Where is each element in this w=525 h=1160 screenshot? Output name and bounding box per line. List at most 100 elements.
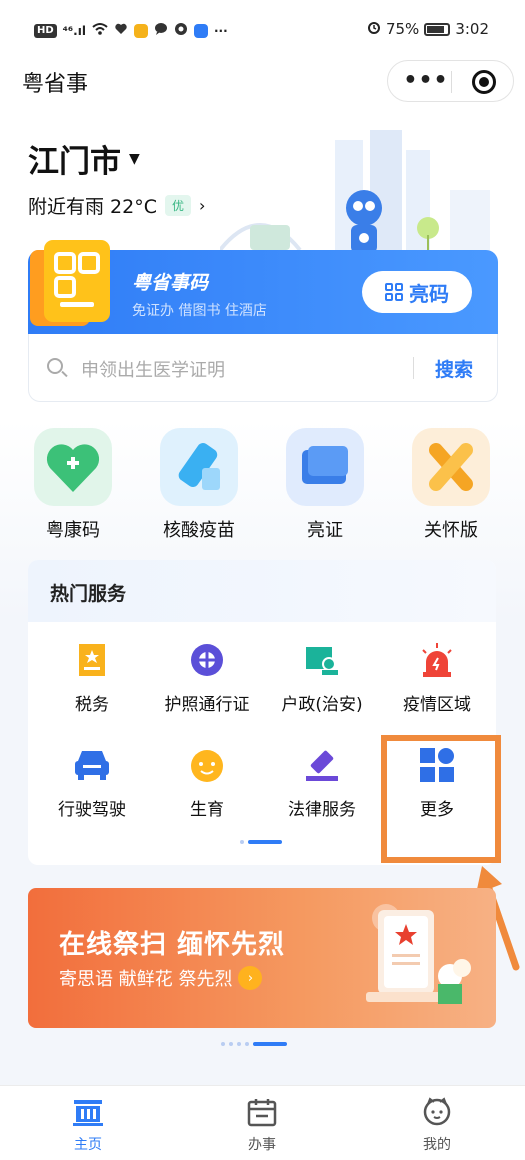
search-input[interactable]: 申领出生医学证明 [81,356,225,382]
city-illustration [220,130,490,260]
title-bar: 粤省事 ••• [0,58,525,106]
city-selector[interactable]: 江门市 ▼ [28,136,140,181]
certificate-icon [286,428,364,506]
car-icon [72,745,112,785]
capsule-divider [451,71,452,93]
service-label: 税务 [75,695,109,715]
quick-action-certificate[interactable]: 亮证 [270,428,380,542]
service-label: 户政(治安) [281,695,363,715]
search-divider [413,357,414,379]
alarm-clock-icon [367,20,381,38]
banner-subtitle: 寄思语 献鲜花 祭先烈 [59,969,233,990]
quick-action-label: 核酸疫苗 [163,520,235,541]
chevron-right-icon: › [199,196,206,215]
care-ribbon-icon [412,428,490,506]
close-mini-program-icon[interactable] [472,70,496,94]
page-dot [237,1042,241,1046]
service-label: 疫情区域 [403,695,471,715]
quick-action-vaccine[interactable]: 核酸疫苗 [144,428,254,542]
services-page-indicator [240,840,282,844]
service-household[interactable]: 户政(治安) [263,640,381,715]
hot-services-title: 热门服务 [50,583,127,605]
status-right: 75% 3:02 [367,20,489,38]
highlight-box [381,735,501,863]
more-options-icon[interactable]: ••• [403,69,447,93]
page-dot-active [253,1042,287,1046]
tab-services[interactable]: 办事 [212,1096,312,1154]
service-epidemic-area[interactable]: 疫情区域 [378,640,496,715]
page-dot [229,1042,233,1046]
service-passport[interactable]: 护照通行证 [148,640,266,715]
banner-subtitle-row: 寄思语 献鲜花 祭先烈 › [59,965,263,991]
baby-icon [187,745,227,785]
tab-home[interactable]: 主页 [38,1096,138,1154]
memorial-banner[interactable]: 在线祭扫 缅怀先烈 寄思语 献鲜花 祭先烈 › [28,888,496,1028]
service-label: 生育 [190,800,224,820]
banner-page-indicator [221,1042,287,1046]
quick-action-label: 亮证 [307,520,343,541]
app-icon-2 [174,22,188,39]
memorial-illustration [366,904,471,1004]
caret-down-icon: ▼ [129,150,140,167]
clock-time: 3:02 [455,20,489,38]
page-dot-active [248,840,282,844]
code-card-subtitle: 免证办 借图书 住酒店 [132,303,267,319]
tax-icon [72,640,112,680]
status-bar: HD ⁴⁶.ıl ··· 75% 3:02 [0,0,525,62]
vaccine-icon [160,428,238,506]
air-quality-badge: 优 [164,195,191,216]
app-icon-3 [193,23,208,38]
city-name: 江门市 [28,144,121,180]
quick-action-care-mode[interactable]: 关怀版 [396,428,506,542]
quick-action-label: 粤康码 [46,520,100,541]
hot-services-header: 热门服务 [28,560,496,622]
battery-percent: 75% [385,20,420,38]
signal-icon: ⁴⁶.ıl [62,23,86,38]
service-tax[interactable]: 税务 [33,640,151,715]
gavel-icon [302,745,342,785]
overflow-icon: ··· [213,23,228,38]
show-code-button[interactable]: 亮码 [362,271,472,313]
mini-program-capsule: ••• [387,60,514,102]
wifi-icon [92,22,108,39]
status-left: HD ⁴⁶.ıl ··· [34,22,228,39]
service-legal[interactable]: 法律服务 [263,745,381,820]
service-label: 护照通行证 [164,695,250,715]
tab-profile[interactable]: 我的 [387,1096,487,1154]
bottom-tab-bar: 主页 办事 我的 [0,1085,525,1160]
quick-action-health-code[interactable]: 粤康码 [18,428,128,542]
show-code-label: 亮码 [409,281,449,306]
search-button[interactable]: 搜索 [435,355,473,382]
alarm-icon [417,640,457,680]
screen: HD ⁴⁶.ıl ··· 75% 3:02 粤省事 ••• 江门市 ▼ 附近有雨… [0,0,525,1160]
heart-app-icon [114,22,128,39]
profile-icon [420,1096,454,1128]
household-icon [302,640,342,680]
service-label: 法律服务 [288,800,356,820]
chat-icon [154,22,168,39]
calendar-icon [245,1096,279,1128]
search-icon [47,358,63,374]
passport-icon [187,640,227,680]
code-badge-icon [30,240,110,326]
weather-info[interactable]: 附近有雨 22°C 优 › [28,192,205,219]
home-icon [71,1096,105,1128]
tab-label: 办事 [248,1137,276,1153]
page-dot [221,1042,225,1046]
service-driving[interactable]: 行驶驾驶 [33,745,151,820]
quick-actions: 粤康码 核酸疫苗 亮证 关怀版 [0,428,525,548]
service-childbirth[interactable]: 生育 [148,745,266,820]
app-title: 粤省事 [22,72,89,97]
app-icon-1 [133,23,148,38]
weather-text: 附近有雨 22°C [28,196,157,218]
quick-action-label: 关怀版 [424,520,478,541]
page-dot [240,840,244,844]
search-bar[interactable]: 申领出生医学证明 搜索 [28,334,498,402]
page-dot [245,1042,249,1046]
tab-label: 主页 [74,1137,102,1153]
qr-code-icon [385,283,403,301]
battery-icon [424,22,451,36]
network-badge: HD [34,23,57,38]
tab-label: 我的 [423,1137,451,1153]
chevron-right-icon: › [238,966,263,990]
